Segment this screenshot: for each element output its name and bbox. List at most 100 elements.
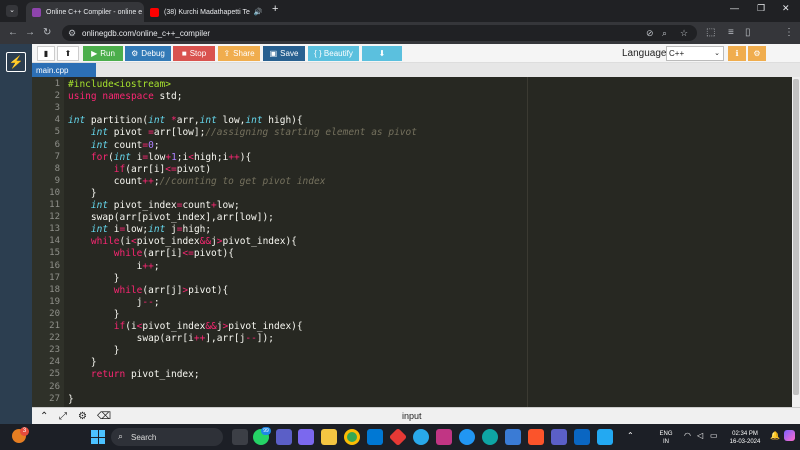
reload-icon[interactable]: ↻ — [43, 26, 51, 40]
task-view-icon[interactable] — [232, 429, 248, 445]
volume-icon[interactable]: ◁ — [697, 431, 703, 440]
stop-icon: ■ — [181, 49, 187, 58]
code-line[interactable]: } — [68, 394, 74, 405]
back-icon[interactable]: ← — [8, 26, 18, 40]
code-line[interactable]: int i=low;int j=high; — [68, 224, 211, 235]
copilot-icon[interactable] — [784, 430, 795, 441]
run-button[interactable]: ▶ Run — [83, 46, 123, 61]
upload-button[interactable]: ⬆ — [57, 46, 79, 61]
settings-button[interactable]: ⚙ — [748, 46, 766, 61]
file-tab-main-cpp[interactable]: main.cpp — [32, 63, 96, 77]
code-line[interactable]: j--; — [68, 297, 160, 308]
close-tab-icon[interactable]: ✕ — [263, 8, 264, 17]
tools-icon[interactable] — [505, 429, 521, 445]
mail-icon[interactable] — [367, 429, 383, 445]
language-indicator[interactable]: ENG IN — [656, 430, 676, 446]
code-line[interactable]: while(arr[j]>pivot){ — [68, 285, 228, 296]
clock[interactable]: 02:34 PM 16-03-2024 — [724, 430, 766, 446]
teams-icon[interactable] — [276, 429, 292, 445]
new-file-button[interactable]: ▮ — [37, 46, 55, 61]
browser-menu-icon[interactable]: ⋮ — [784, 26, 794, 40]
beautify-button[interactable]: { } Beautify — [308, 46, 359, 61]
code-line[interactable]: i++; — [68, 261, 160, 272]
editor-scrollbar[interactable] — [792, 77, 800, 407]
chrome-icon[interactable] — [344, 429, 360, 445]
notifications-bell-icon[interactable]: 🔔 — [770, 431, 780, 440]
close-window-icon[interactable]: ✕ — [782, 3, 790, 14]
address-bar[interactable]: ⚙ onlinegdb.com/online_c++_compiler ⊘ ⌕ … — [62, 25, 697, 41]
code-line[interactable]: if(arr[i]<=pivot) — [68, 164, 211, 175]
meet-icon[interactable] — [298, 429, 314, 445]
chat-icon[interactable] — [551, 429, 567, 445]
code-line[interactable]: } — [68, 309, 120, 320]
code-line[interactable]: while(i<pivot_index&&j>pivot_index){ — [68, 236, 297, 247]
linkedin-icon[interactable] — [574, 429, 590, 445]
code-line[interactable]: int pivot =arr[low];//assigning starting… — [68, 127, 417, 138]
code-line[interactable]: count++;//counting to get pivot index — [68, 176, 326, 187]
debug-button[interactable]: ⚙ Debug — [125, 46, 171, 61]
scrollbar-thumb[interactable] — [793, 79, 799, 395]
zoom-icon[interactable]: ⌕ — [662, 28, 667, 39]
code-line[interactable]: while(arr[i]<=pivot){ — [68, 248, 234, 259]
file-explorer-icon[interactable] — [321, 429, 337, 445]
code-line[interactable]: } — [68, 273, 120, 284]
code-line[interactable]: int partition(int *arr,int low,int high)… — [68, 115, 303, 126]
code-line[interactable]: } — [68, 345, 120, 356]
cortana-icon[interactable] — [459, 429, 475, 445]
forward-icon[interactable]: → — [25, 26, 35, 40]
code-line[interactable]: } — [68, 188, 97, 199]
app-diamond-icon[interactable] — [388, 427, 408, 447]
clear-console-icon[interactable]: ⌫ — [97, 411, 111, 422]
code-line[interactable]: int count=0; — [68, 140, 160, 151]
language-select[interactable]: C++ ⌄ — [666, 46, 724, 61]
battery-icon[interactable]: ▭ — [710, 431, 718, 440]
reading-list-icon[interactable]: ≡ — [728, 26, 734, 40]
code-line[interactable]: swap(arr[pivot_index],arr[low]); — [68, 212, 274, 223]
telegram-icon[interactable] — [413, 429, 429, 445]
edge-icon[interactable] — [482, 429, 498, 445]
expand-icon[interactable]: ⤢ — [59, 411, 67, 422]
code-editor[interactable]: 1 2 3 4 5 6 7 8 9 10 11 12 13 14 15 16 17 18 19 20 21 22 23 24 2… — [32, 77, 792, 407]
instagram-icon[interactable] — [436, 429, 452, 445]
browser-tab-active[interactable]: Online C++ Compiler - online e ✕ — [26, 2, 144, 22]
share-button[interactable]: ⇪ Share — [218, 46, 260, 61]
gear-icon[interactable]: ⚙ — [78, 411, 87, 422]
code-line[interactable]: if(i<pivot_index&&j>pivot_index){ — [68, 321, 303, 332]
line-number: 21 — [49, 321, 60, 331]
lightning-menu-icon[interactable]: ⚡ — [6, 52, 26, 72]
print-margin-line — [527, 77, 528, 407]
new-tab-button[interactable]: + — [272, 3, 278, 15]
code-line[interactable]: } — [68, 357, 97, 368]
line-number: 26 — [49, 381, 60, 392]
vscode-icon[interactable] — [597, 429, 613, 445]
show-hidden-icons[interactable]: ⌃ — [627, 431, 634, 440]
code-line[interactable]: int pivot_index=count+low; — [68, 200, 240, 211]
side-panel-icon[interactable]: ▯ — [745, 26, 751, 40]
io-panel-label[interactable]: input — [402, 411, 422, 421]
chevron-up-icon[interactable]: ⌃ — [40, 411, 48, 422]
bookmark-star-icon[interactable]: ☆ — [680, 28, 688, 39]
taskbar-search[interactable]: ⌕ Search — [111, 428, 223, 446]
restore-window-icon[interactable]: ❐ — [757, 3, 765, 14]
tab-search-button[interactable]: ⌄ — [6, 5, 18, 17]
code-line[interactable]: using namespace std; — [68, 91, 182, 102]
audio-playing-icon[interactable]: 🔊 — [254, 8, 263, 16]
minimize-window-icon[interactable]: — — [730, 3, 739, 13]
browser-tab[interactable]: (38) Kurchi Madathapetti Te 🔊 ✕ — [144, 2, 264, 22]
taskbar-search-label: Search — [131, 432, 157, 442]
code-line[interactable]: for(int i=low+1;i<high;i++){ — [68, 152, 251, 163]
windows-start-icon[interactable] — [91, 430, 105, 444]
site-info-icon[interactable]: ⚙ — [68, 28, 76, 39]
brave-icon[interactable] — [528, 429, 544, 445]
save-button[interactable]: ▣ Save — [263, 46, 305, 61]
info-button[interactable]: ℹ — [728, 46, 746, 61]
code-line[interactable]: #include<iostream> — [68, 79, 171, 90]
wifi-icon[interactable]: ◠ — [684, 431, 691, 440]
code-line[interactable]: swap(arr[i++],arr[j--]); — [68, 333, 274, 344]
stop-button[interactable]: ■ Stop — [173, 46, 215, 61]
download-button[interactable]: ⬇ — [362, 46, 402, 61]
debug-label: Debug — [141, 49, 165, 58]
code-line[interactable]: return pivot_index; — [68, 369, 200, 380]
extensions-icon[interactable]: ⬚ — [706, 26, 715, 40]
no-tracking-icon[interactable]: ⊘ — [646, 28, 654, 39]
